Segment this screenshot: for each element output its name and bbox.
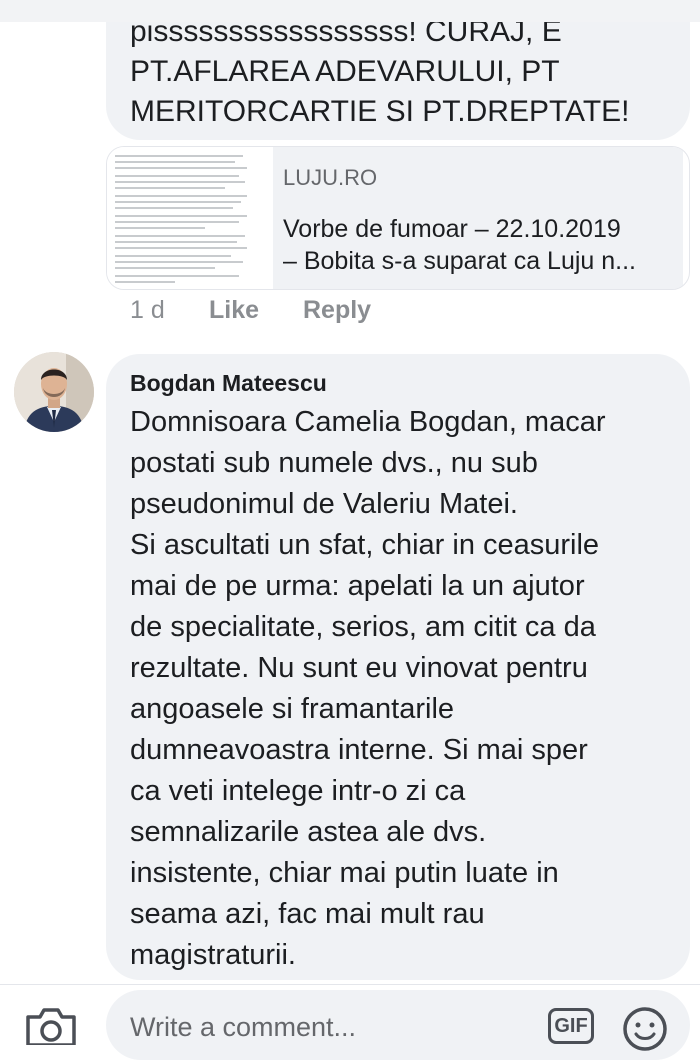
comment-1-clip: pisssssssssssssssss! CURAJ, E PT.AFLAREA…	[0, 22, 700, 140]
comment-2-line: ca veti intelege intr-o zi ca	[130, 775, 466, 807]
emoji-icon[interactable]	[622, 1006, 668, 1052]
comment-2-line: rezultate. Nu sunt eu vinovat pentru	[130, 652, 588, 684]
avatar[interactable]	[14, 352, 94, 432]
comment-2-author[interactable]: Bogdan Mateescu	[130, 370, 327, 397]
link-preview-domain: LUJU.RO	[283, 165, 378, 190]
comment-2-line: angoasele si framantarile	[130, 693, 455, 725]
comment-2-line: Domnisoara Camelia Bogdan, macar	[130, 406, 606, 438]
comment-1-text: pisssssssssssssssss! CURAJ, E PT.AFLAREA…	[130, 22, 630, 128]
comment-2-line: de specialitate, serios, am citit ca da	[130, 611, 596, 643]
link-preview-title-line-2: – Bobita s-a suparat ca Luju n...	[283, 247, 636, 275]
comment-2-line: pseudonimul de Valeriu Matei.	[130, 488, 518, 520]
link-preview-thumbnail	[107, 147, 255, 289]
reply-button[interactable]: Reply	[303, 296, 371, 325]
comment-2-line: magistraturii.	[130, 939, 296, 971]
comment-input-placeholder: Write a comment...	[130, 1012, 357, 1042]
comment-2-line: postati sub numele dvs., nu sub	[130, 447, 538, 479]
avatar-image	[14, 352, 94, 432]
like-button[interactable]: Like	[209, 296, 259, 325]
comment-2-line: mai de pe urma: apelati la un ajutor	[130, 570, 585, 602]
link-preview-title-line-1: Vorbe de fumoar – 22.10.2019	[283, 215, 621, 243]
comment-2-line: seama azi, fac mai mult rau	[130, 898, 485, 930]
comment-2-line: Si ascultati un sfat, chiar in ceasurile	[130, 529, 600, 561]
comment-1-time: 1 d	[130, 296, 165, 324]
link-preview-title: Vorbe de fumoar – 22.10.2019 – Bobita s-…	[283, 213, 677, 277]
link-preview-info: LUJU.RO Vorbe de fumoar – 22.10.2019 – B…	[273, 147, 683, 289]
comment-2-line: dumneavoastra interne. Si mai sper	[130, 734, 588, 766]
link-preview-card[interactable]: LUJU.RO Vorbe de fumoar – 22.10.2019 – B…	[106, 146, 690, 290]
camera-icon[interactable]	[24, 1005, 78, 1045]
comment-2-line: insistente, chiar mai putin luate in	[130, 857, 559, 889]
comment-2-text: Domnisoara Camelia Bogdan, macar postati…	[130, 402, 680, 976]
comment-2-line: semnalizarile astea ale dvs.	[130, 816, 487, 848]
top-edge	[0, 0, 700, 22]
